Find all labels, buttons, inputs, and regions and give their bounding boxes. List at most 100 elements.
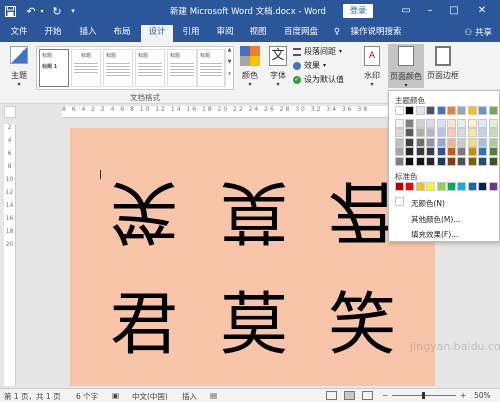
theme-color-swatch[interactable] bbox=[436, 147, 446, 157]
vertical-ruler[interactable]: 2 4 6 8 10 12 14 16 18 20 bbox=[4, 124, 16, 386]
page-borders-button[interactable]: 页面边框 bbox=[426, 46, 460, 81]
themes-button[interactable]: 主题 ▾ bbox=[6, 46, 32, 88]
style-thumb[interactable]: 标题 bbox=[71, 49, 101, 87]
standard-color-swatch[interactable] bbox=[415, 182, 425, 191]
theme-color-swatch[interactable] bbox=[415, 137, 425, 147]
fonts-button[interactable]: 文 字体 ▾ bbox=[266, 46, 290, 88]
minimize-icon[interactable]: – bbox=[422, 3, 438, 19]
theme-color-swatch[interactable] bbox=[478, 147, 488, 157]
theme-color-swatch[interactable] bbox=[415, 106, 425, 115]
theme-color-swatch[interactable] bbox=[488, 106, 498, 115]
theme-color-swatch[interactable] bbox=[405, 106, 415, 115]
tab-layout[interactable]: 布局 bbox=[109, 25, 135, 42]
maximize-icon[interactable]: □ bbox=[446, 3, 462, 19]
theme-color-swatch[interactable] bbox=[447, 118, 456, 128]
theme-color-swatch[interactable] bbox=[447, 128, 456, 138]
theme-color-swatch[interactable] bbox=[467, 118, 477, 128]
theme-color-swatch[interactable] bbox=[395, 106, 404, 115]
fill-effects-item[interactable]: 填充效果(F)... bbox=[411, 229, 458, 240]
word-count[interactable]: 6 个字 bbox=[76, 391, 98, 402]
theme-color-swatch[interactable] bbox=[457, 128, 467, 138]
theme-color-swatch[interactable] bbox=[415, 147, 425, 157]
zoom-level[interactable]: 50% bbox=[474, 391, 491, 400]
theme-color-swatch[interactable] bbox=[457, 118, 467, 128]
standard-color-swatch[interactable] bbox=[395, 182, 404, 191]
theme-color-swatch[interactable] bbox=[395, 157, 404, 166]
theme-color-swatch[interactable] bbox=[457, 106, 467, 115]
tab-baidu-netdisk[interactable]: 百度网盘 bbox=[280, 25, 322, 42]
tab-home[interactable]: 开始 bbox=[40, 25, 66, 42]
theme-color-swatch[interactable] bbox=[478, 157, 488, 166]
tab-review[interactable]: 审阅 bbox=[212, 25, 238, 42]
colors-button[interactable]: 颜色 ▾ bbox=[238, 46, 262, 88]
scroll-down-icon[interactable]: ▼ bbox=[226, 59, 233, 65]
style-thumb[interactable]: 标题 标题 1 bbox=[39, 49, 69, 87]
horizontal-ruler[interactable]: 8 6 4 2 2 4 6 8 10 12 14 16 18 20 22 24 … bbox=[62, 106, 392, 118]
tab-insert[interactable]: 插入 bbox=[75, 25, 101, 42]
theme-color-swatch[interactable] bbox=[415, 118, 425, 128]
undo-dropdown-icon[interactable]: ▾ bbox=[38, 3, 46, 19]
tab-selector[interactable] bbox=[4, 106, 16, 118]
macro-icon[interactable]: ▤ bbox=[210, 391, 217, 400]
theme-color-swatch[interactable] bbox=[488, 147, 498, 157]
style-thumb[interactable]: 标题 bbox=[167, 49, 197, 87]
theme-color-swatch[interactable] bbox=[467, 106, 477, 115]
theme-color-swatch[interactable] bbox=[447, 147, 456, 157]
theme-color-swatch[interactable] bbox=[447, 157, 456, 166]
zoom-slider-handle[interactable] bbox=[422, 392, 425, 399]
theme-color-swatch[interactable] bbox=[478, 137, 488, 147]
standard-color-swatch[interactable] bbox=[447, 182, 456, 191]
tab-design[interactable]: 设计 bbox=[141, 25, 173, 42]
effects-button[interactable]: 效果 ▾ bbox=[293, 60, 326, 71]
login-button[interactable]: 登录 bbox=[343, 4, 373, 18]
standard-color-swatch[interactable] bbox=[478, 182, 488, 191]
scroll-up-icon[interactable]: ▲ bbox=[226, 47, 233, 53]
standard-color-swatch[interactable] bbox=[488, 182, 498, 191]
lightbulb-icon[interactable]: ♀ bbox=[330, 25, 344, 42]
standard-color-swatch[interactable] bbox=[436, 182, 446, 191]
read-mode-icon[interactable] bbox=[326, 391, 337, 400]
style-set-gallery[interactable]: 标题 标题 1 标题 标题 标题 标题 标题 ▲ ▼ ▾ bbox=[36, 46, 234, 90]
theme-color-swatch[interactable] bbox=[467, 147, 477, 157]
standard-color-swatch[interactable] bbox=[405, 182, 415, 191]
tab-view[interactable]: 视图 bbox=[245, 25, 271, 42]
theme-color-swatch[interactable] bbox=[405, 137, 415, 147]
theme-color-swatch[interactable] bbox=[467, 157, 477, 166]
print-layout-icon[interactable] bbox=[344, 391, 355, 400]
web-layout-icon[interactable] bbox=[362, 391, 373, 400]
set-as-default-button[interactable]: ✓ 设为默认值 bbox=[293, 74, 344, 85]
style-thumb[interactable]: 标题 bbox=[197, 49, 225, 87]
save-icon[interactable] bbox=[2, 3, 18, 19]
ribbon-display-options-icon[interactable]: ▭ bbox=[398, 3, 414, 19]
close-icon[interactable]: ✕ bbox=[474, 3, 490, 19]
standard-color-swatch[interactable] bbox=[457, 182, 467, 191]
page-color-button[interactable]: 页面颜色 ▾ bbox=[388, 44, 424, 89]
theme-color-swatch[interactable] bbox=[395, 118, 404, 128]
proofing-icon[interactable]: ▣ bbox=[112, 391, 119, 400]
theme-color-swatch[interactable] bbox=[405, 118, 415, 128]
page-count[interactable]: 第 1 页，共 1 页 bbox=[4, 391, 61, 402]
gallery-scroll[interactable]: ▲ ▼ ▾ bbox=[225, 47, 233, 89]
customize-quick-access-icon[interactable]: ▾ bbox=[68, 3, 78, 19]
theme-color-swatch[interactable] bbox=[405, 128, 415, 138]
theme-color-swatch[interactable] bbox=[488, 128, 498, 138]
theme-color-swatch[interactable] bbox=[436, 106, 446, 115]
theme-color-swatch[interactable] bbox=[395, 147, 404, 157]
gallery-more-icon[interactable]: ▾ bbox=[226, 71, 233, 77]
theme-color-swatch[interactable] bbox=[395, 137, 404, 147]
no-color-item[interactable]: 无颜色(N) bbox=[411, 198, 445, 209]
theme-color-swatch[interactable] bbox=[405, 157, 415, 166]
style-thumb[interactable]: 标题 bbox=[103, 49, 133, 87]
style-thumb[interactable]: 标题 bbox=[135, 49, 165, 87]
theme-color-swatch[interactable] bbox=[426, 137, 436, 147]
theme-color-swatch[interactable] bbox=[467, 128, 477, 138]
theme-color-swatch[interactable] bbox=[478, 106, 488, 115]
theme-color-swatch[interactable] bbox=[426, 128, 436, 138]
theme-color-swatch[interactable] bbox=[478, 128, 488, 138]
theme-color-swatch[interactable] bbox=[395, 128, 404, 138]
zoom-out-button[interactable]: − bbox=[382, 391, 388, 400]
theme-color-swatch[interactable] bbox=[426, 106, 436, 115]
paragraph-spacing-button[interactable]: 段落间距 ▾ bbox=[293, 46, 342, 57]
theme-color-swatch[interactable] bbox=[488, 157, 498, 166]
tell-me-search[interactable]: 操作说明搜索 bbox=[345, 25, 407, 42]
